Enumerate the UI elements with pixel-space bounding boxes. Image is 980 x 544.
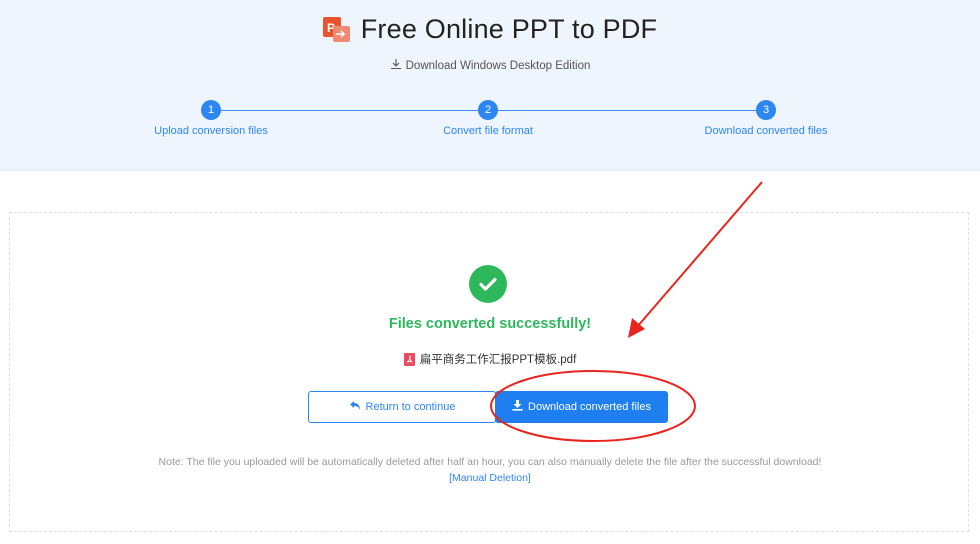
title-row: P Free Online PPT to PDF — [0, 14, 980, 45]
return-to-continue-button[interactable]: Return to continue — [308, 391, 496, 423]
pdf-file-icon — [403, 352, 415, 366]
step-2-label: Convert file format — [443, 125, 533, 137]
download-icon — [390, 58, 402, 73]
step-3-label: Download converted files — [704, 125, 828, 137]
manual-deletion-link[interactable]: [Manual Deletion] — [0, 472, 980, 484]
download-converted-files-button[interactable]: Download converted files — [495, 391, 668, 423]
step-connector — [220, 110, 478, 111]
return-icon — [349, 400, 361, 414]
download-button-label: Download converted files — [528, 401, 651, 413]
step-3-circle: 3 — [756, 100, 776, 120]
step-2-circle: 2 — [478, 100, 498, 120]
download-icon — [512, 400, 523, 414]
ppt-to-pdf-logo-icon: P — [322, 16, 351, 43]
check-circle-icon — [469, 265, 507, 303]
step-1-label: Upload conversion files — [154, 125, 268, 137]
page-title: Free Online PPT to PDF — [360, 14, 658, 44]
deletion-note: Note: The file you uploaded will be auto… — [158, 456, 822, 468]
step-connector — [498, 110, 756, 111]
step-1-circle: 1 — [201, 100, 221, 120]
result-panel — [9, 212, 969, 532]
progress-steps: 1 Upload conversion files 2 Convert file… — [0, 100, 980, 150]
download-desktop-link[interactable]: Download Windows Desktop Edition — [0, 58, 980, 73]
page-header: P Free Online PPT to PDF Download Window… — [0, 0, 980, 171]
return-button-label: Return to continue — [365, 401, 456, 413]
file-name: 扁平商务工作汇报PPT模板.pdf — [419, 354, 577, 366]
converted-file: 扁平商务工作汇报PPT模板.pdf — [0, 351, 980, 367]
download-desktop-label: Download Windows Desktop Edition — [405, 59, 591, 72]
success-message: Files converted successfully! — [388, 316, 592, 332]
